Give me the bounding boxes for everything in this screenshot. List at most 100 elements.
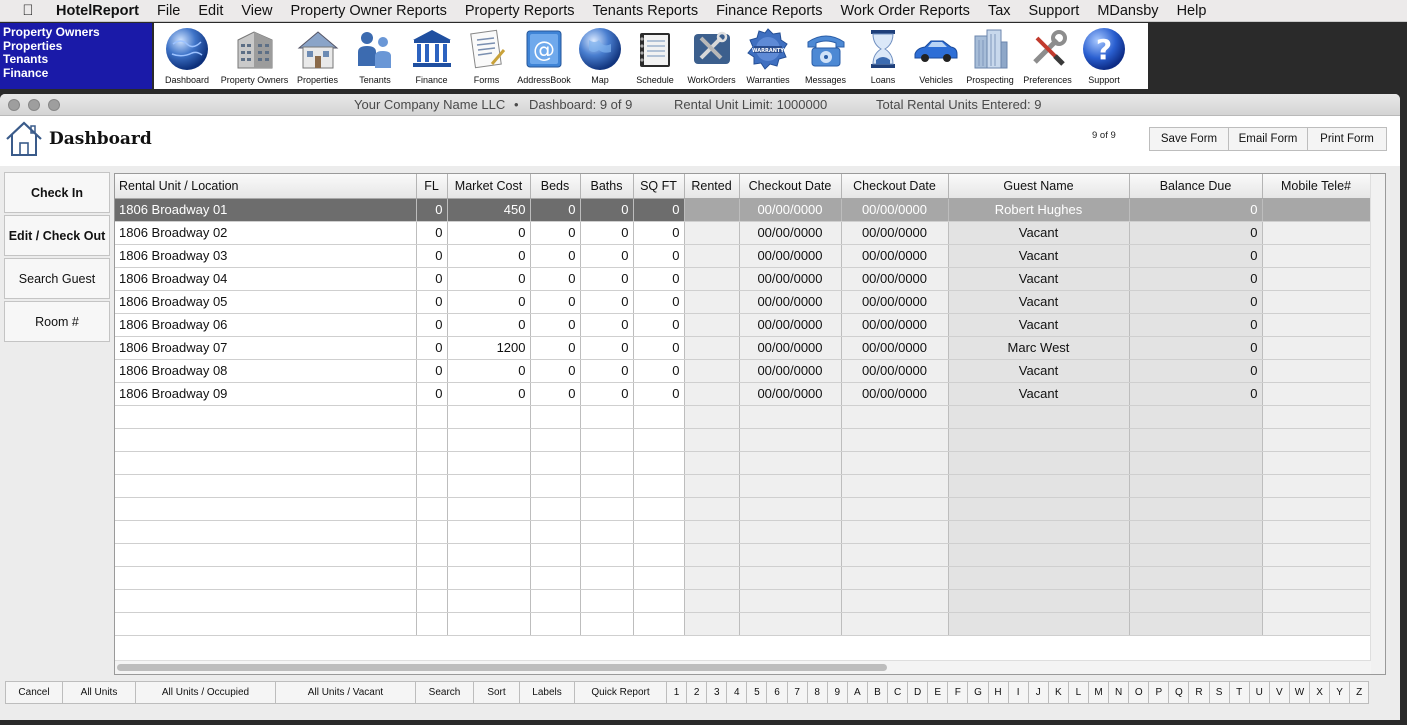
table-cell[interactable]: 00/00/0000 xyxy=(841,290,949,314)
all-units-button[interactable]: All Units xyxy=(62,681,135,704)
table-cell[interactable] xyxy=(1262,313,1371,337)
table-cell[interactable]: 0 xyxy=(530,290,581,314)
table-cell[interactable]: 0 xyxy=(530,382,581,406)
horizontal-scrollbar[interactable] xyxy=(115,660,1371,674)
table-cell[interactable] xyxy=(416,474,448,498)
table-row[interactable]: 1806 Broadway 03 0 0 0 0 0 00/00/0000 00/00/000… xyxy=(115,244,1371,268)
table-cell[interactable] xyxy=(416,589,448,613)
table-cell[interactable] xyxy=(1262,474,1371,498)
table-cell[interactable]: 0 xyxy=(447,359,531,383)
table-cell[interactable]: 1806 Broadway 08 xyxy=(115,359,417,383)
table-cell[interactable] xyxy=(1262,428,1371,452)
table-cell[interactable] xyxy=(841,566,949,590)
table-cell[interactable] xyxy=(1262,244,1371,268)
empty-table-row[interactable] xyxy=(115,428,1371,452)
table-cell[interactable] xyxy=(1262,543,1371,567)
table-cell[interactable] xyxy=(416,612,448,636)
table-cell[interactable]: Vacant xyxy=(948,244,1130,268)
table-cell[interactable]: 0 xyxy=(1129,221,1263,245)
table-cell[interactable]: 00/00/0000 xyxy=(739,267,842,291)
all-units-vacant-button[interactable]: All Units / Vacant xyxy=(275,681,415,704)
quick-nav-finance[interactable]: Finance xyxy=(3,66,149,81)
table-cell[interactable]: 0 xyxy=(580,313,634,337)
table-cell[interactable]: 0 xyxy=(1129,336,1263,360)
table-cell[interactable] xyxy=(1262,566,1371,590)
index-filter-button[interactable]: B xyxy=(866,681,888,704)
index-filter-button[interactable]: G xyxy=(967,681,988,704)
table-cell[interactable] xyxy=(684,244,740,268)
column-header[interactable]: Baths xyxy=(580,174,634,199)
table-cell[interactable] xyxy=(1262,221,1371,245)
column-header[interactable]: Rented xyxy=(684,174,740,199)
table-cell[interactable] xyxy=(530,543,581,567)
column-header[interactable]: Checkout Date xyxy=(739,174,842,199)
table-cell[interactable] xyxy=(948,589,1130,613)
table-cell[interactable] xyxy=(447,589,531,613)
table-cell[interactable]: 00/00/0000 xyxy=(841,198,949,222)
table-cell[interactable] xyxy=(633,520,685,544)
table-cell[interactable]: 1806 Broadway 06 xyxy=(115,313,417,337)
menu-tenants-reports[interactable]: Tenants Reports xyxy=(592,3,698,19)
table-cell[interactable]: 00/00/0000 xyxy=(841,382,949,406)
index-filter-button[interactable]: 2 xyxy=(686,681,707,704)
search-button[interactable]: Search xyxy=(415,681,473,704)
table-cell[interactable] xyxy=(633,497,685,521)
empty-table-row[interactable] xyxy=(115,543,1371,567)
table-cell[interactable]: 0 xyxy=(530,336,581,360)
table-cell[interactable] xyxy=(739,543,842,567)
table-cell[interactable] xyxy=(115,474,417,498)
table-row[interactable]: 1806 Broadway 07 0 1200 0 0 0 00/00/0000 00/00/… xyxy=(115,336,1371,360)
table-cell[interactable]: 0 xyxy=(530,198,581,222)
table-cell[interactable] xyxy=(447,451,531,475)
index-filter-button[interactable]: H xyxy=(987,681,1008,704)
empty-table-row[interactable] xyxy=(115,474,1371,498)
index-filter-button[interactable]: 4 xyxy=(726,681,747,704)
sort-button[interactable]: Sort xyxy=(473,681,519,704)
table-cell[interactable] xyxy=(115,520,417,544)
toolbar-preferences[interactable]: Preferences xyxy=(1020,23,1075,89)
table-cell[interactable]: 00/00/0000 xyxy=(739,221,842,245)
menu-finance-reports[interactable]: Finance Reports xyxy=(716,3,822,19)
cancel-button[interactable]: Cancel xyxy=(5,681,62,704)
index-filter-button[interactable]: Y xyxy=(1329,681,1350,704)
table-cell[interactable] xyxy=(115,428,417,452)
index-filter-button[interactable]: V xyxy=(1268,681,1289,704)
table-cell[interactable] xyxy=(633,589,685,613)
table-cell[interactable]: 0 xyxy=(416,221,448,245)
empty-table-row[interactable] xyxy=(115,405,1371,429)
table-cell[interactable] xyxy=(530,474,581,498)
menu-view[interactable]: View xyxy=(241,3,272,19)
table-cell[interactable] xyxy=(684,313,740,337)
table-cell[interactable]: 0 xyxy=(580,382,634,406)
table-cell[interactable] xyxy=(684,428,740,452)
table-cell[interactable]: 0 xyxy=(416,313,448,337)
table-cell[interactable] xyxy=(739,474,842,498)
table-cell[interactable]: 0 xyxy=(416,267,448,291)
table-cell[interactable] xyxy=(739,520,842,544)
index-filter-button[interactable]: I xyxy=(1007,681,1028,704)
table-cell[interactable] xyxy=(1262,382,1371,406)
table-cell[interactable] xyxy=(1129,497,1263,521)
menu-file[interactable]: File xyxy=(157,3,180,19)
table-cell[interactable] xyxy=(633,405,685,429)
table-cell[interactable]: Vacant xyxy=(948,290,1130,314)
toolbar-messages[interactable]: Messages xyxy=(797,23,854,89)
table-cell[interactable]: 0 xyxy=(1129,382,1263,406)
index-filter-button[interactable]: E xyxy=(927,681,948,704)
table-cell[interactable] xyxy=(684,359,740,383)
table-cell[interactable] xyxy=(1262,589,1371,613)
table-cell[interactable] xyxy=(684,336,740,360)
table-cell[interactable] xyxy=(1262,359,1371,383)
menu-help[interactable]: Help xyxy=(1177,3,1207,19)
table-cell[interactable]: 450 xyxy=(447,198,531,222)
table-cell[interactable] xyxy=(580,497,634,521)
table-cell[interactable]: 00/00/0000 xyxy=(739,336,842,360)
print-form-button[interactable]: Print Form xyxy=(1307,127,1387,151)
table-cell[interactable]: 00/00/0000 xyxy=(739,359,842,383)
table-cell[interactable]: 0 xyxy=(580,336,634,360)
table-cell[interactable] xyxy=(633,451,685,475)
check-in-button[interactable]: Check In xyxy=(4,172,110,213)
table-cell[interactable] xyxy=(684,198,740,222)
search-guest-button[interactable]: Search Guest xyxy=(4,258,110,299)
table-cell[interactable]: 0 xyxy=(633,221,685,245)
